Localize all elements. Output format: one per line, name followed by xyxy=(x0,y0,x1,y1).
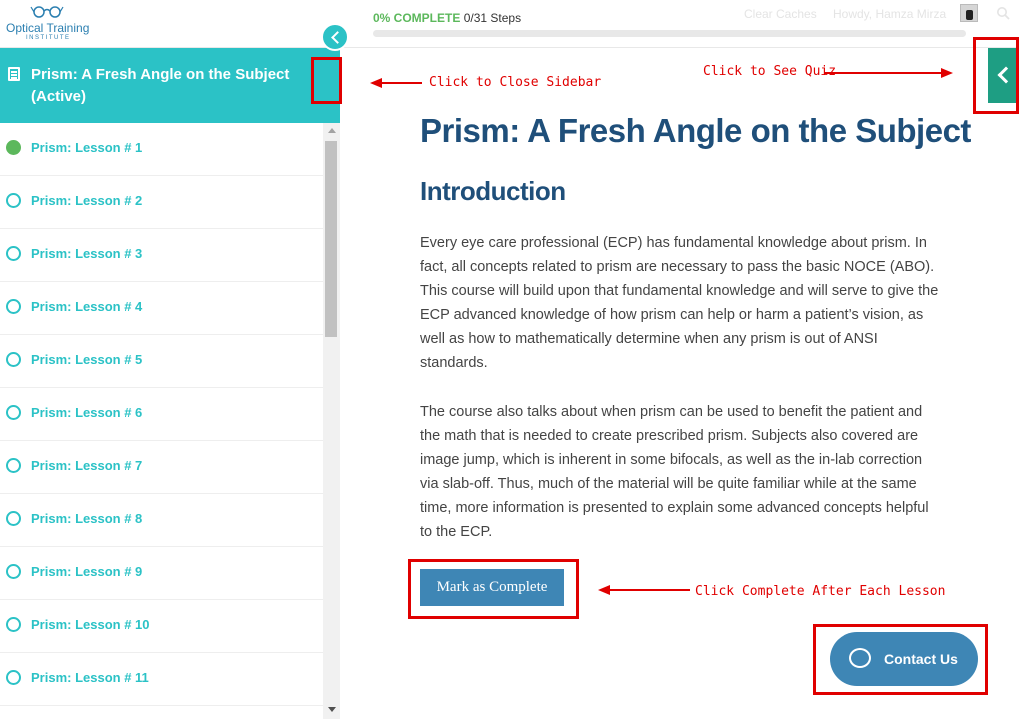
annotation-close-sidebar: Click to Close Sidebar xyxy=(429,75,602,90)
lesson-status-icon xyxy=(6,511,21,526)
lesson-item[interactable]: Prism: Lesson # 1 xyxy=(0,123,323,176)
lesson-status-icon xyxy=(6,352,21,367)
lesson-list: Prism: Lesson # 1 Prism: Lesson # 2 Prism:… xyxy=(0,123,323,719)
lesson-label: Prism: Lesson # 6 xyxy=(31,405,143,420)
scroll-up-icon[interactable] xyxy=(328,128,336,133)
annotation-box-mark-complete xyxy=(408,559,579,619)
lesson-label: Prism: Lesson # 4 xyxy=(31,299,143,314)
lesson-label: Prism: Lesson # 10 xyxy=(31,617,150,632)
glasses-icon xyxy=(30,6,64,18)
lesson-status-icon xyxy=(6,405,21,420)
document-icon xyxy=(8,67,20,81)
lesson-item[interactable]: Prism: Lesson # 9 xyxy=(0,547,323,600)
progress-percent: 0% COMPLETE xyxy=(373,11,461,25)
avatar[interactable] xyxy=(960,4,978,22)
lesson-label: Prism: Lesson # 5 xyxy=(31,352,143,367)
lesson-item[interactable]: Prism: Lesson # 8 xyxy=(0,494,323,547)
sidebar-header: Prism: A Fresh Angle on the Subject (Act… xyxy=(0,48,340,123)
intro-paragraph-2: The course also talks about when prism c… xyxy=(420,404,929,540)
progress-steps: 0/31 Steps xyxy=(463,11,522,25)
lesson-status-icon xyxy=(6,193,21,208)
lesson-status-icon xyxy=(6,617,21,632)
intro-paragraph-1: Every eye care professional (ECP) has fu… xyxy=(420,235,939,371)
lesson-item[interactable]: Prism: Lesson # 6 xyxy=(0,388,323,441)
lesson-label: Prism: Lesson # 7 xyxy=(31,458,143,473)
search-icon[interactable] xyxy=(996,6,1010,20)
annotation-box-close-sidebar xyxy=(311,57,342,104)
lesson-label: Prism: Lesson # 2 xyxy=(31,193,143,208)
lesson-complete-icon xyxy=(6,140,21,155)
lesson-item[interactable]: Prism: Lesson # 10 xyxy=(0,600,323,653)
course-sidebar: Prism: A Fresh Angle on the Subject (Act… xyxy=(0,48,340,719)
close-sidebar-button[interactable] xyxy=(321,23,349,51)
lesson-item[interactable]: Prism: Lesson # 5 xyxy=(0,335,323,388)
sidebar-course-title[interactable]: Prism: A Fresh Angle on the Subject (Act… xyxy=(31,64,301,108)
scroll-down-icon[interactable] xyxy=(328,707,336,712)
lesson-title: Prism: A Fresh Angle on the Subject xyxy=(420,112,971,149)
lesson-label: Prism: Lesson # 9 xyxy=(31,564,143,579)
annotation-see-quiz: Click to See Quiz xyxy=(703,64,837,79)
logo-subtitle: INSTITUTE xyxy=(26,35,71,41)
lesson-status-icon xyxy=(6,458,21,473)
sidebar-scrollbar[interactable] xyxy=(323,123,340,719)
progress-bar xyxy=(373,30,966,37)
annotation-box-contact xyxy=(813,624,988,695)
lesson-item[interactable]: Prism: Lesson # 3 xyxy=(0,229,323,282)
top-bar: Optical Training INSTITUTE 0% COMPLETE 0… xyxy=(0,0,1019,48)
lesson-label: Prism: Lesson # 8 xyxy=(31,511,143,526)
annotation-box-quiz xyxy=(973,37,1019,114)
scrollbar-thumb[interactable] xyxy=(325,141,337,337)
user-greeting[interactable]: Howdy, Hamza Mirza xyxy=(833,7,946,21)
lesson-label: Prism: Lesson # 3 xyxy=(31,246,143,261)
left-arrow-icon xyxy=(370,78,422,88)
lesson-status-icon xyxy=(6,670,21,685)
lesson-status-icon xyxy=(6,246,21,261)
lesson-item[interactable]: Prism: Lesson # 11 xyxy=(0,653,323,706)
annotation-complete-each: Click Complete After Each Lesson xyxy=(695,584,946,599)
logo-name: Optical Training xyxy=(6,21,90,35)
lesson-status-icon xyxy=(6,299,21,314)
lesson-label: Prism: Lesson # 11 xyxy=(31,670,149,685)
right-arrow-icon xyxy=(824,68,953,78)
lesson-item[interactable]: Prism: Lesson # 2 xyxy=(0,176,323,229)
section-heading: Introduction xyxy=(420,176,566,206)
lesson-item[interactable]: Prism: Lesson # 7 xyxy=(0,441,323,494)
clear-caches-link[interactable]: Clear Caches xyxy=(744,7,817,21)
left-arrow-icon xyxy=(598,585,690,595)
lesson-status-icon xyxy=(6,564,21,579)
progress-status: 0% COMPLETE 0/31 Steps xyxy=(373,11,521,25)
site-logo[interactable]: Optical Training INSTITUTE xyxy=(6,4,90,44)
lesson-label: Prism: Lesson # 1 xyxy=(31,140,143,155)
lesson-item[interactable]: Prism: Lesson # 4 xyxy=(0,282,323,335)
